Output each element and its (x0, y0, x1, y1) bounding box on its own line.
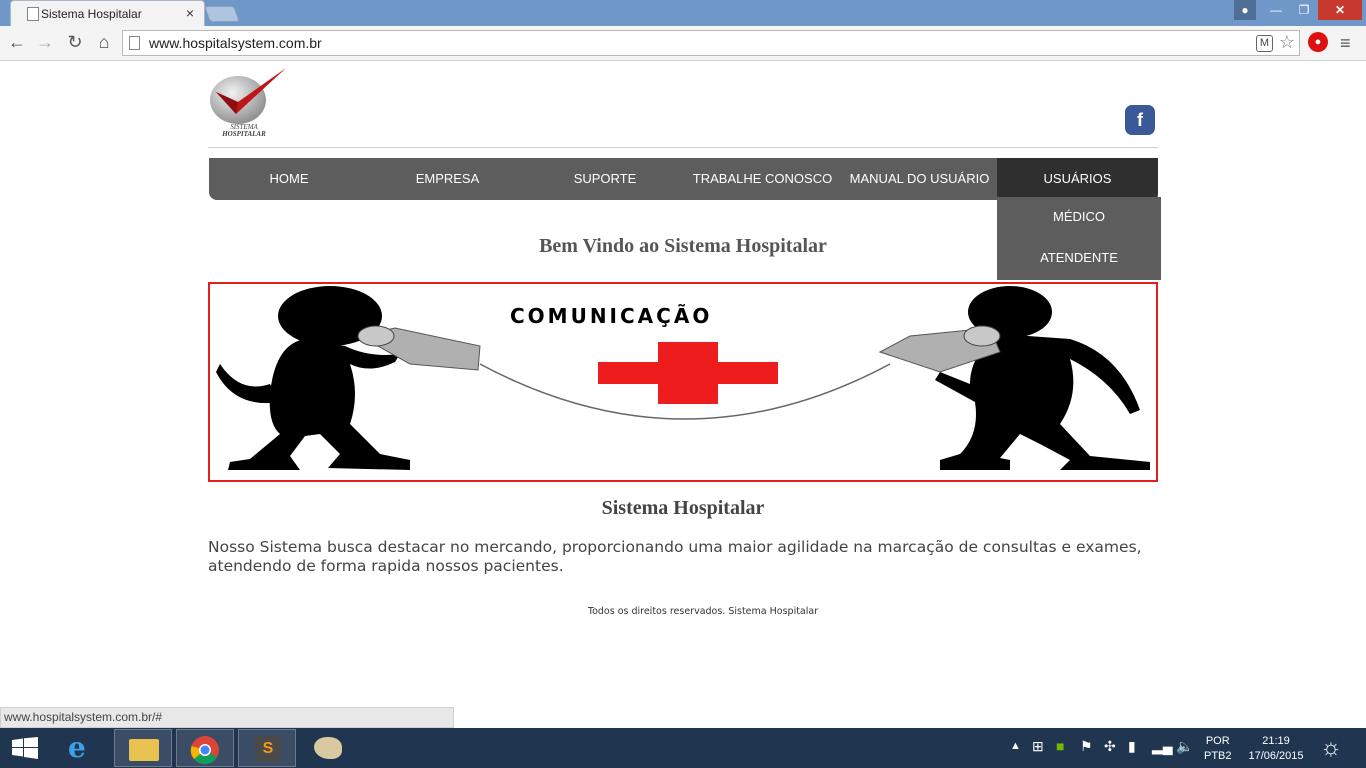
status-bar: www.hospitalsystem.com.br/# (0, 707, 454, 728)
nav-trabalhe-conosco[interactable]: TRABALHE CONOSCO (684, 158, 841, 200)
internet-explorer-icon[interactable]: e (54, 729, 112, 767)
footer-text: Todos os direitos reservados. Sistema Ho… (587, 606, 819, 617)
nav-home[interactable]: HOME (209, 158, 369, 200)
browser-tab[interactable]: Sistema Hospitalar × (10, 0, 205, 26)
tab-title: Sistema Hospitalar (41, 7, 142, 21)
tray-windows-icon[interactable]: ⊞ (1032, 738, 1044, 755)
nav-suporte[interactable]: SUPORTE (526, 158, 684, 200)
chrome-menu-icon[interactable]: ≡ (1340, 33, 1351, 54)
windows-taskbar: e S ▲ ⊞ ■ ⚑ ✣ ▮ ▂▄ 🔈 POR PTB2 21:19 17/0… (0, 728, 1366, 768)
nav-manual-do-usuario[interactable]: MANUAL DO USUÁRIO (841, 158, 998, 200)
page-icon (27, 7, 39, 21)
home-icon[interactable]: ⌂ (93, 32, 115, 53)
battery-icon[interactable]: ▮ (1128, 738, 1136, 755)
tab-close-icon[interactable]: × (186, 5, 194, 21)
main-nav: HOME EMPRESA SUPORTE TRABALHE CONOSCO MA… (209, 158, 1158, 200)
description-text: Nosso Sistema busca destacar no mercando… (208, 538, 1142, 575)
signal-icon[interactable]: ▂▄ (1152, 738, 1173, 755)
browser-toolbar: ← → ↻ ⌂ www.hospitalsystem.com.br M ☆ ● … (0, 26, 1366, 61)
sublime-text-icon[interactable]: S (238, 729, 296, 767)
close-window-button[interactable]: ✕ (1318, 0, 1362, 20)
start-windows-icon[interactable] (12, 737, 38, 759)
facebook-icon[interactable]: f (1125, 105, 1155, 135)
tray-overflow-icon[interactable]: ▲ (1010, 740, 1021, 752)
language-indicator[interactable]: POR PTB2 (1204, 734, 1232, 764)
nvidia-icon[interactable]: ■ (1056, 738, 1064, 754)
page-icon (129, 36, 140, 50)
welcome-heading: Bem Vindo ao Sistema Hospitalar (539, 235, 827, 257)
extension-icon[interactable]: M (1256, 35, 1273, 52)
volume-muted-icon[interactable]: 🔈 (1176, 738, 1193, 755)
dropdown-item-medico[interactable]: MÉDICO (997, 197, 1161, 238)
nav-empresa[interactable]: EMPRESA (369, 158, 526, 200)
logo-text: SISTEMA HOSPITALAR (222, 123, 266, 138)
address-bar[interactable]: www.hospitalsystem.com.br M ☆ (122, 30, 1300, 56)
communication-banner: COMUNICAÇÃO (208, 282, 1158, 482)
browser-titlebar: Sistema Hospitalar × ● — ❐ ✕ (0, 0, 1366, 26)
file-explorer-icon[interactable] (114, 729, 172, 767)
section-title: Sistema Hospitalar (601, 497, 765, 519)
reload-icon[interactable]: ↻ (64, 32, 86, 53)
forward-arrow-icon[interactable]: → (34, 32, 56, 53)
address-url[interactable]: www.hospitalsystem.com.br (149, 35, 322, 51)
chrome-icon[interactable] (176, 729, 234, 767)
header-divider (208, 147, 1158, 148)
user-profile-icon[interactable]: ● (1234, 0, 1256, 20)
restore-button[interactable]: ❐ (1290, 0, 1318, 20)
nav-usuarios[interactable]: USUÁRIOS (997, 158, 1158, 200)
network-share-icon[interactable]: ✣ (1104, 738, 1116, 755)
brightness-icon[interactable]: ☼ (1320, 734, 1342, 762)
banner-title: COMUNICAÇÃO (510, 304, 713, 328)
adblock-extension-icon[interactable]: ● (1308, 32, 1328, 52)
clock[interactable]: 21:19 17/06/2015 (1244, 734, 1308, 764)
new-tab-button[interactable] (204, 6, 240, 22)
paint-icon[interactable] (300, 729, 358, 767)
back-arrow-icon[interactable]: ← (6, 32, 28, 53)
action-center-flag-icon[interactable]: ⚑ (1080, 738, 1093, 755)
bookmark-star-icon[interactable]: ☆ (1279, 32, 1295, 53)
minimize-button[interactable]: — (1262, 0, 1290, 20)
